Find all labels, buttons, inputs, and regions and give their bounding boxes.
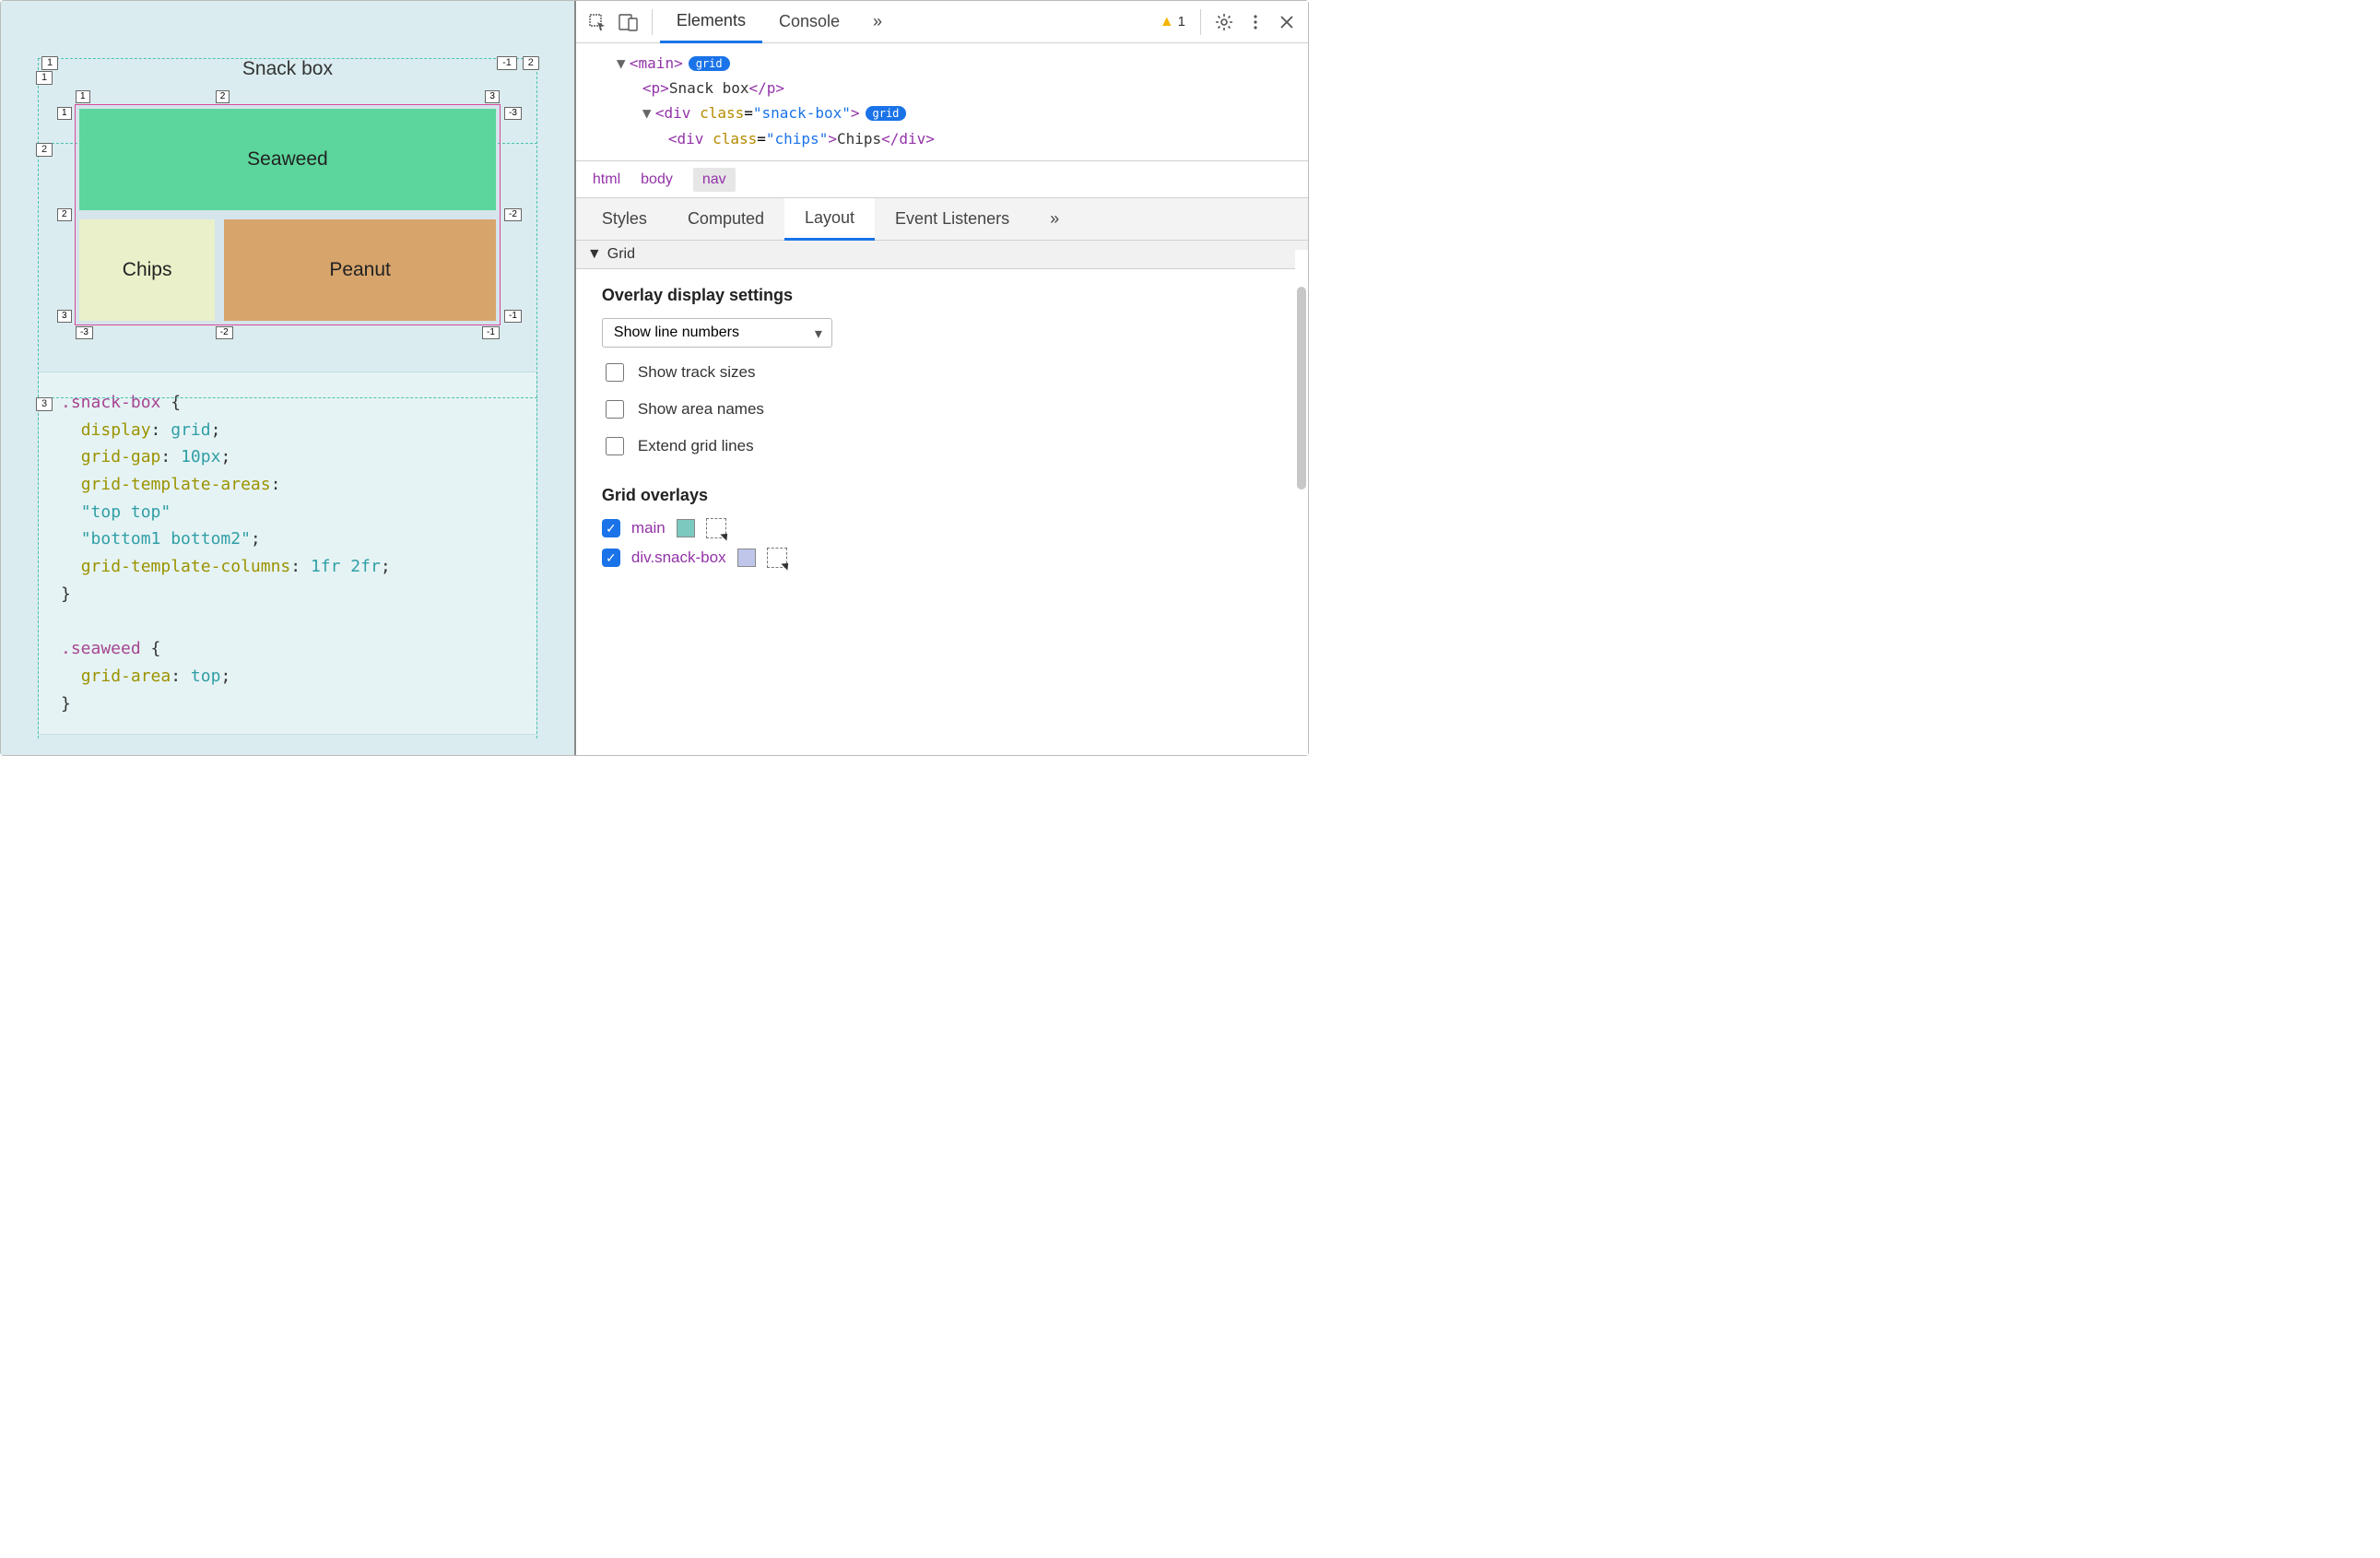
show-track-sizes-checkbox[interactable] <box>606 363 624 382</box>
reveal-element-icon[interactable] <box>706 518 726 538</box>
outer-label-top-neg1: -1 <box>497 56 517 70</box>
overlay-snackbox-swatch[interactable] <box>737 549 756 567</box>
crumb-nav[interactable]: nav <box>693 168 736 192</box>
overlay-main-swatch[interactable] <box>677 519 695 537</box>
crumb-html[interactable]: html <box>593 171 620 188</box>
layout-panel-body: Overlay display settings Show line numbe… <box>576 269 1308 755</box>
show-area-names-label: Show area names <box>638 400 764 419</box>
main-grid-line-h3 <box>38 397 537 398</box>
inner-top-3: 3 <box>485 90 500 103</box>
inner-left-3: 3 <box>57 310 72 323</box>
show-track-sizes-label: Show track sizes <box>638 363 756 382</box>
warning-icon: ▲ <box>1160 14 1174 30</box>
inner-bottom-2: -2 <box>216 326 233 339</box>
close-icon[interactable] <box>1271 6 1302 38</box>
overlay-main-checkbox[interactable]: ✓ <box>602 519 620 537</box>
inner-left-1: 1 <box>57 107 72 120</box>
tab-console[interactable]: Console <box>762 1 856 43</box>
reveal-element-icon[interactable] <box>767 548 787 568</box>
show-area-names-checkbox[interactable] <box>606 400 624 419</box>
page-viewport: 1 -1 2 1 2 3 Snack box 1 2 3 1 2 3 -3 -2… <box>1 1 576 755</box>
subtab-computed[interactable]: Computed <box>667 198 784 241</box>
device-toggle-icon[interactable] <box>613 6 644 38</box>
snack-box-region: 1 2 3 1 2 3 -3 -2 -1 -3 -2 -1 Seaweed Ch… <box>75 104 501 325</box>
outer-label-left-3: 3 <box>36 397 53 411</box>
warning-count: 1 <box>1178 14 1185 30</box>
grid-badge[interactable]: grid <box>689 56 730 71</box>
page-title: Snack box <box>38 58 537 80</box>
crumb-body[interactable]: body <box>641 171 673 188</box>
extend-grid-lines-checkbox[interactable] <box>606 437 624 455</box>
cell-seaweed: Seaweed <box>79 109 496 210</box>
inner-top-2: 2 <box>216 90 230 103</box>
gear-icon[interactable] <box>1208 6 1240 38</box>
tab-more[interactable]: » <box>856 1 899 43</box>
inner-right-2: -2 <box>504 208 522 221</box>
tab-elements[interactable]: Elements <box>660 1 762 43</box>
cell-peanut: Peanut <box>224 219 496 321</box>
kebab-icon[interactable] <box>1240 6 1271 38</box>
overlay-snackbox-link[interactable]: div.snack-box <box>631 549 726 567</box>
overlay-main-link[interactable]: main <box>631 519 666 537</box>
section-grid-title: Grid <box>607 246 635 263</box>
scroll-thumb[interactable] <box>1297 287 1306 490</box>
warning-badge[interactable]: ▲ 1 <box>1160 14 1185 30</box>
inner-bottom-3: -1 <box>482 326 500 339</box>
subtab-styles[interactable]: Styles <box>582 198 667 241</box>
outer-label-top-1: 1 <box>41 56 58 70</box>
inner-top-1: 1 <box>76 90 90 103</box>
subtab-layout[interactable]: Layout <box>784 198 875 241</box>
line-numbers-select[interactable]: Show line numbers <box>602 318 832 348</box>
inner-right-1: -3 <box>504 107 522 120</box>
inner-bottom-1: -3 <box>76 326 93 339</box>
subtab-event-listeners[interactable]: Event Listeners <box>875 198 1030 241</box>
devtools-panel: Elements Console » ▲ 1 ▼<main>grid <p>Sn… <box>576 1 1308 755</box>
sidebar-subtabs: Styles Computed Layout Event Listeners » <box>576 198 1308 241</box>
subtab-more[interactable]: » <box>1030 198 1079 241</box>
divider <box>652 9 653 35</box>
divider <box>1200 9 1201 35</box>
grid-badge[interactable]: grid <box>866 106 907 121</box>
main-grid-line-v2 <box>536 58 537 738</box>
outer-label-corner: 2 <box>523 56 539 70</box>
inner-left-2: 2 <box>57 208 72 221</box>
breadcrumb[interactable]: html body nav <box>576 161 1308 198</box>
outer-label-left-1: 1 <box>36 71 53 85</box>
css-code: .snack-box { display: grid; grid-gap: 10… <box>38 372 537 735</box>
devtools-toolbar: Elements Console » ▲ 1 <box>576 1 1308 43</box>
inner-right-3: -1 <box>504 310 522 323</box>
section-grid-header[interactable]: ▼ Grid <box>576 241 1308 269</box>
cell-chips: Chips <box>79 219 215 321</box>
extend-grid-lines-label: Extend grid lines <box>638 437 754 455</box>
dom-tree[interactable]: ▼<main>grid <p>Snack box</p> ▼<div class… <box>576 43 1308 161</box>
overlay-snackbox-checkbox[interactable]: ✓ <box>602 549 620 567</box>
inspect-element-icon[interactable] <box>582 6 613 38</box>
scrollbar[interactable] <box>1295 250 1308 755</box>
main-grid-line-h1 <box>38 58 537 59</box>
grid-overlays-title: Grid overlays <box>602 486 1282 505</box>
outer-label-left-2: 2 <box>36 143 53 157</box>
overlay-settings-title: Overlay display settings <box>602 286 1282 305</box>
chevron-down-icon: ▼ <box>587 246 602 263</box>
